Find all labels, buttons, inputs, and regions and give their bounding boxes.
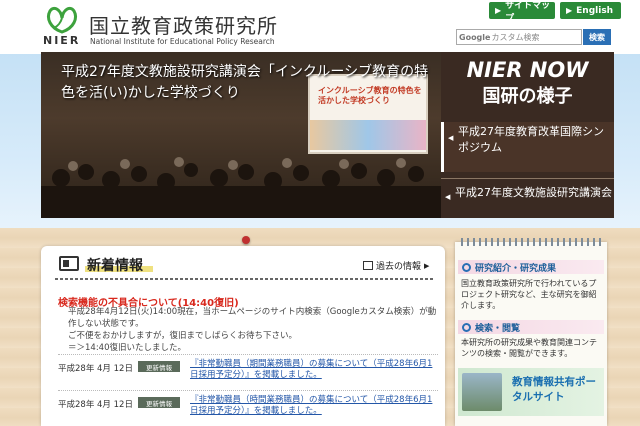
triangle-right-icon: ◀ xyxy=(445,193,451,201)
logo-abbreviation: NIER xyxy=(43,34,81,47)
research-description: 国立教育政策研究所で行われているプロジェクト研究など、主な研究を御紹介します。 xyxy=(461,279,597,310)
sidebar-notepad: 研究紹介・研究成果 国立教育政策研究所で行われているプロジェクト研究など、主な研… xyxy=(455,238,607,426)
search-section-link[interactable]: 検索・閲覧 xyxy=(458,320,604,334)
news-link[interactable]: 『非常勤職員（期間業務職員）の募集について（平成28年6月1日採用予定分）』を掲… xyxy=(190,359,438,381)
nier-now-subtitle: 国研の様子 xyxy=(482,86,573,107)
nier-now-panel: NIER NOW 国研の様子 ◀ 平成27年度教育改革国際シンポジウム ◀ 平成… xyxy=(441,52,614,218)
nier-now-item-lecture[interactable]: ◀ 平成27年度文教施設研究講演会 xyxy=(441,178,614,216)
news-link[interactable]: 『非常勤職員（時間業務職員）の募集について（平成28年6月1日採用予定分）』を掲… xyxy=(190,395,438,417)
document-icon xyxy=(363,261,373,270)
nier-now-item-label: 平成27年度文教施設研究講演会 xyxy=(455,186,612,199)
org-name[interactable]: 国立教育政策研究所 xyxy=(89,10,278,39)
news-panel: 新着情報 過去の情報 ▶ 検索機能の不具合について(14:40復旧) 平成28年… xyxy=(41,246,445,426)
archive-label: 過去の情報 xyxy=(376,262,422,272)
divider xyxy=(55,278,433,280)
nier-now-item-label: 平成27年度教育改革国際シンポジウム xyxy=(458,125,604,154)
screen-image xyxy=(310,120,426,150)
research-section-link[interactable]: 研究紹介・研究成果 xyxy=(458,260,604,274)
newspaper-icon xyxy=(59,256,79,271)
research-section-title: 研究紹介・研究成果 xyxy=(475,263,557,274)
triangle-right-icon: ◀ xyxy=(448,134,454,142)
google-brand: Google xyxy=(459,32,491,42)
magnifier-icon xyxy=(462,322,471,332)
news-item: 平成28年 4月 12日 更新情報 『非常勤職員（期間業務職員）の募集について（… xyxy=(58,354,438,382)
pushpin-icon xyxy=(242,236,250,244)
archive-link[interactable]: 過去の情報 ▶ xyxy=(363,259,429,272)
education-portal-banner[interactable]: 教育情報共有ポータルサイト xyxy=(458,368,604,416)
english-label: English xyxy=(576,5,614,16)
notice-line: ご不便をおかけしますが，復旧までしばらくお待ち下さい。 xyxy=(68,331,297,341)
org-name-english: National Institute for Educational Polic… xyxy=(90,37,275,46)
notice-line: ＝＞14:40復旧いたしました。 xyxy=(68,343,186,353)
search-placeholder: カスタム検索 xyxy=(491,32,540,42)
site-header: NIER 国立教育政策研究所 National Institute for Ed… xyxy=(0,0,640,54)
update-badge: 更新情報 xyxy=(138,361,180,372)
banner-caption: 平成27年度文教施設研究講演会「インクルーシブ教育の特色を活(い)かした学校づく… xyxy=(61,64,429,101)
arrow-right-icon: ▶ xyxy=(495,6,502,15)
news-date: 平成28年 4月 12日 xyxy=(58,364,133,374)
news-title: 新着情報 xyxy=(87,258,143,274)
portal-photo xyxy=(462,373,502,411)
spiral-binding xyxy=(461,238,601,246)
nier-now-item-symposium[interactable]: ◀ 平成27年度教育改革国際シンポジウム xyxy=(441,122,614,172)
audience-silhouettes xyxy=(41,157,441,218)
nier-now-title: NIER NOW xyxy=(466,58,589,82)
portal-title: 教育情報共有ポータルサイト xyxy=(512,376,596,403)
arrow-right-icon: ▶ xyxy=(424,261,430,270)
sitemap-button[interactable]: ▶ サイトマップ xyxy=(489,1,555,24)
search-description: 本研究所の研究成果や教育関連コンテンツの検索・閲覧ができます。 xyxy=(461,338,597,358)
hero-banner: インクルーシブ教育の特色を活かした学校づくり 平成27年度文教施設研究講演会「イ… xyxy=(41,52,614,218)
news-date: 平成28年 4月 12日 xyxy=(58,400,133,410)
sitemap-label: サイトマップ xyxy=(505,0,551,24)
news-item: 平成28年 4月 12日 更新情報 『非常勤職員（時間業務職員）の募集について（… xyxy=(58,390,438,418)
notice-line: 平成28年4月12日(火)14:00現在，当ホームページのサイト内検索（Goog… xyxy=(68,307,437,329)
update-badge: 更新情報 xyxy=(138,397,180,408)
search-input[interactable]: Google カスタム検索 xyxy=(456,29,582,45)
nier-logo-icon[interactable] xyxy=(44,6,80,36)
lecture-photo[interactable]: インクルーシブ教育の特色を活かした学校づくり 平成27年度文教施設研究講演会「イ… xyxy=(41,52,441,218)
search-button[interactable]: 検索 xyxy=(583,29,611,45)
search-section-title: 検索・閲覧 xyxy=(475,323,521,334)
arrow-right-icon: ▶ xyxy=(566,6,573,15)
notice-body: 平成28年4月12日(火)14:00現在，当ホームページのサイト内検索（Goog… xyxy=(68,306,438,354)
english-button[interactable]: ▶ English xyxy=(560,2,621,19)
magnifier-icon xyxy=(462,262,471,272)
